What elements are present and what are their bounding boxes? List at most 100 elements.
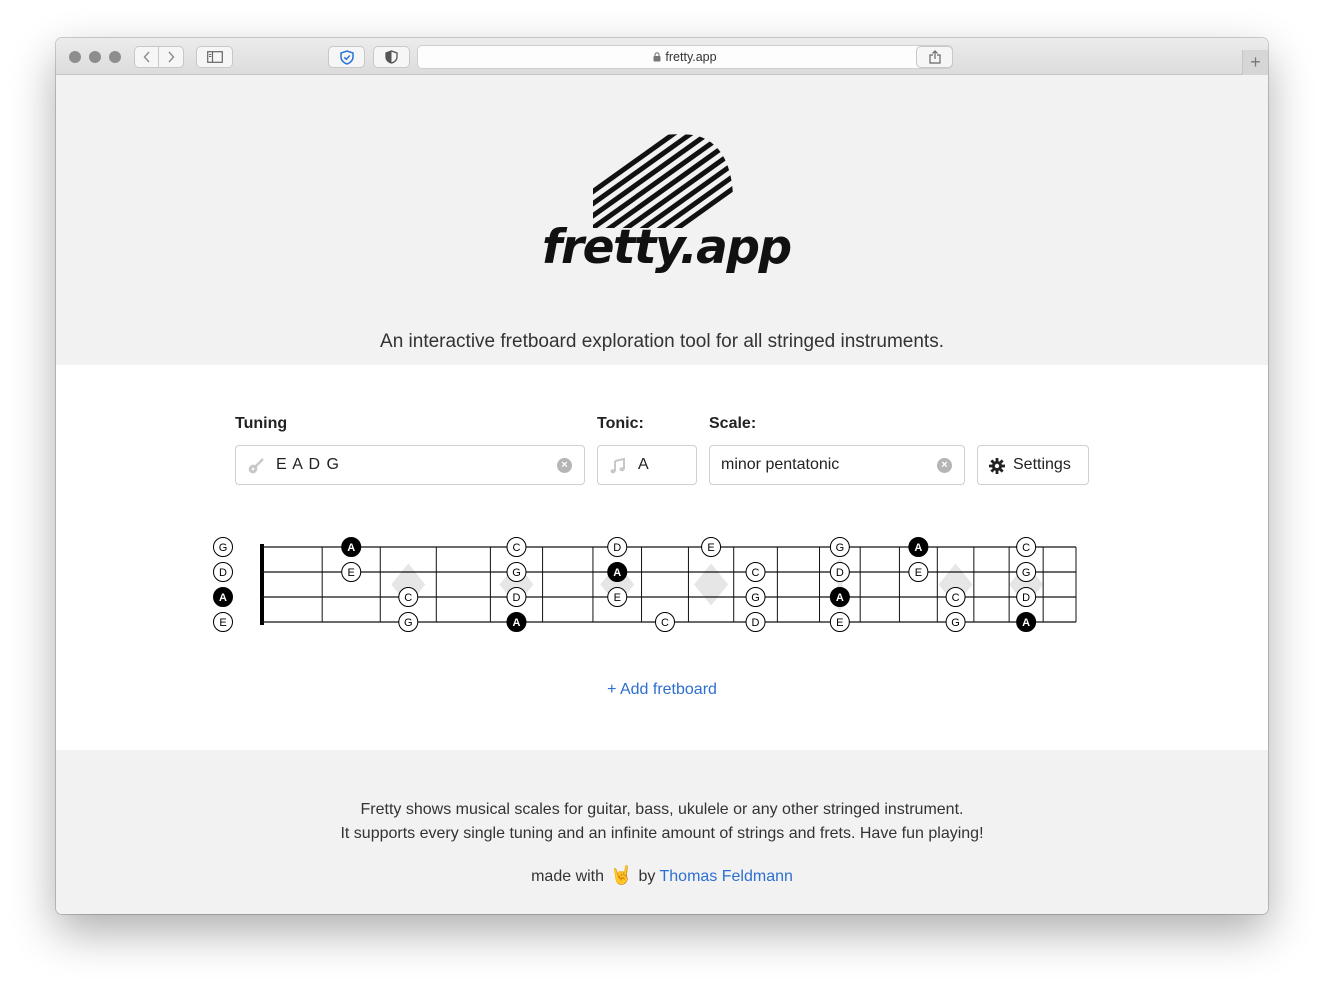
author-link[interactable]: Thomas Feldmann: [660, 868, 793, 885]
fret-note[interactable]: C: [1016, 537, 1037, 557]
note-label: E: [219, 617, 226, 629]
note-label: A: [1022, 617, 1030, 629]
note-label: C: [513, 542, 521, 554]
note-label: A: [914, 542, 922, 554]
note-label: D: [219, 567, 227, 579]
note-label: E: [915, 567, 922, 579]
scale-value: minor pentatonic: [721, 456, 840, 473]
hero-section: fretty.app An interactive fretboard expl…: [56, 75, 1268, 365]
url-text: fretty.app: [665, 50, 717, 64]
fret-note[interactable]: D: [829, 562, 850, 582]
settings-label: Settings: [1013, 456, 1071, 473]
chevron-left-icon: [143, 51, 150, 63]
chevron-right-icon: [168, 51, 175, 63]
note-label: D: [836, 567, 844, 579]
fret-note[interactable]: A: [341, 537, 362, 557]
clear-tuning-icon[interactable]: ×: [557, 458, 572, 473]
open-string-note[interactable]: G: [213, 537, 233, 557]
open-string-note[interactable]: D: [213, 562, 233, 582]
note-label: C: [952, 592, 960, 604]
fret-note[interactable]: G: [745, 587, 766, 607]
bitwarden-extension-button[interactable]: [328, 46, 365, 68]
url-display: fretty.app: [418, 50, 952, 64]
gear-icon: [989, 458, 1005, 474]
fret-note[interactable]: E: [829, 612, 850, 632]
share-button[interactable]: [916, 46, 953, 68]
browser-toolbar: fretty.app +: [56, 38, 1268, 75]
fret-note[interactable]: D: [607, 537, 628, 557]
note-label: G: [404, 617, 413, 629]
fret-note[interactable]: A: [607, 562, 628, 582]
back-button[interactable]: [134, 46, 159, 68]
note-label: C: [752, 567, 760, 579]
fret-note[interactable]: A: [506, 612, 527, 632]
note-label: E: [836, 617, 843, 629]
fret-note[interactable]: A: [1016, 612, 1037, 632]
fret-note[interactable]: G: [829, 537, 850, 557]
logo-hatch-icon: [593, 134, 733, 228]
note-label: C: [404, 592, 412, 604]
fret-note[interactable]: C: [654, 612, 675, 632]
fret-inlay-icon: [694, 563, 729, 606]
lock-icon: [653, 52, 661, 62]
fret-note[interactable]: C: [945, 587, 966, 607]
close-window-button[interactable]: [69, 51, 81, 63]
scale-select[interactable]: minor pentatonic ×: [709, 445, 965, 485]
new-tab-button[interactable]: +: [1242, 50, 1268, 75]
address-bar[interactable]: fretty.app: [417, 45, 953, 69]
note-label: G: [751, 592, 760, 604]
fret-note[interactable]: G: [945, 612, 966, 632]
tuning-value: E A D G: [276, 456, 340, 473]
tuning-select[interactable]: E A D G ×: [235, 445, 585, 485]
tonic-label: Tonic:: [597, 415, 644, 432]
note-label: E: [348, 567, 355, 579]
fret-note[interactable]: G: [398, 612, 419, 632]
scale-label: Scale:: [709, 415, 757, 432]
privacy-extension-button[interactable]: [373, 46, 410, 68]
sidebar-toggle-button[interactable]: [196, 46, 233, 68]
shield-icon: [339, 49, 354, 65]
browser-window: fretty.app + fretty.app An interactive f…: [56, 38, 1268, 914]
half-shield-icon: [385, 50, 398, 64]
by-text: by: [638, 868, 656, 885]
note-label: D: [613, 542, 621, 554]
note-label: G: [836, 542, 845, 554]
zoom-window-button[interactable]: [109, 51, 121, 63]
fret-note[interactable]: E: [607, 587, 628, 607]
fret-note[interactable]: A: [829, 587, 850, 607]
fret-note[interactable]: D: [506, 587, 527, 607]
settings-button[interactable]: Settings: [977, 445, 1089, 485]
minimize-window-button[interactable]: [89, 51, 101, 63]
tonic-select[interactable]: A: [597, 445, 697, 485]
note-label: G: [219, 542, 228, 554]
note-label: A: [219, 592, 227, 604]
fret-note[interactable]: E: [908, 562, 929, 582]
tuning-label: Tuning: [235, 415, 288, 432]
fret-note[interactable]: E: [341, 562, 362, 582]
fret-note[interactable]: C: [398, 587, 419, 607]
share-icon: [928, 50, 941, 64]
fret-note[interactable]: E: [701, 537, 722, 557]
rock-hand-icon: 🤘: [610, 865, 633, 885]
fret-note[interactable]: C: [745, 562, 766, 582]
add-fretboard-button[interactable]: + Add fretboard: [56, 681, 1268, 699]
forward-button[interactable]: [158, 46, 184, 68]
clear-scale-icon[interactable]: ×: [937, 458, 952, 473]
open-string-note[interactable]: A: [213, 587, 233, 607]
fret-note[interactable]: G: [1016, 562, 1037, 582]
fret-note[interactable]: A: [908, 537, 929, 557]
fret-note[interactable]: C: [506, 537, 527, 557]
fret-note[interactable]: D: [1016, 587, 1037, 607]
made-with-text: made with: [531, 868, 605, 885]
footer-credits: made with 🤘 by Thomas Feldmann: [56, 865, 1268, 886]
open-string-note[interactable]: E: [213, 612, 233, 632]
guitar-icon: [248, 458, 264, 474]
music-note-icon: [610, 457, 625, 474]
fretboard[interactable]: G D A E A C D E G A C E G A C D E G C D E G A C D G A C D E G A: [206, 533, 1086, 643]
fret-note[interactable]: G: [506, 562, 527, 582]
note-label: C: [1022, 542, 1030, 554]
tagline: An interactive fretboard exploration too…: [380, 331, 944, 352]
fret-note[interactable]: D: [745, 612, 766, 632]
note-label: E: [707, 542, 714, 554]
note-label: D: [1022, 592, 1030, 604]
